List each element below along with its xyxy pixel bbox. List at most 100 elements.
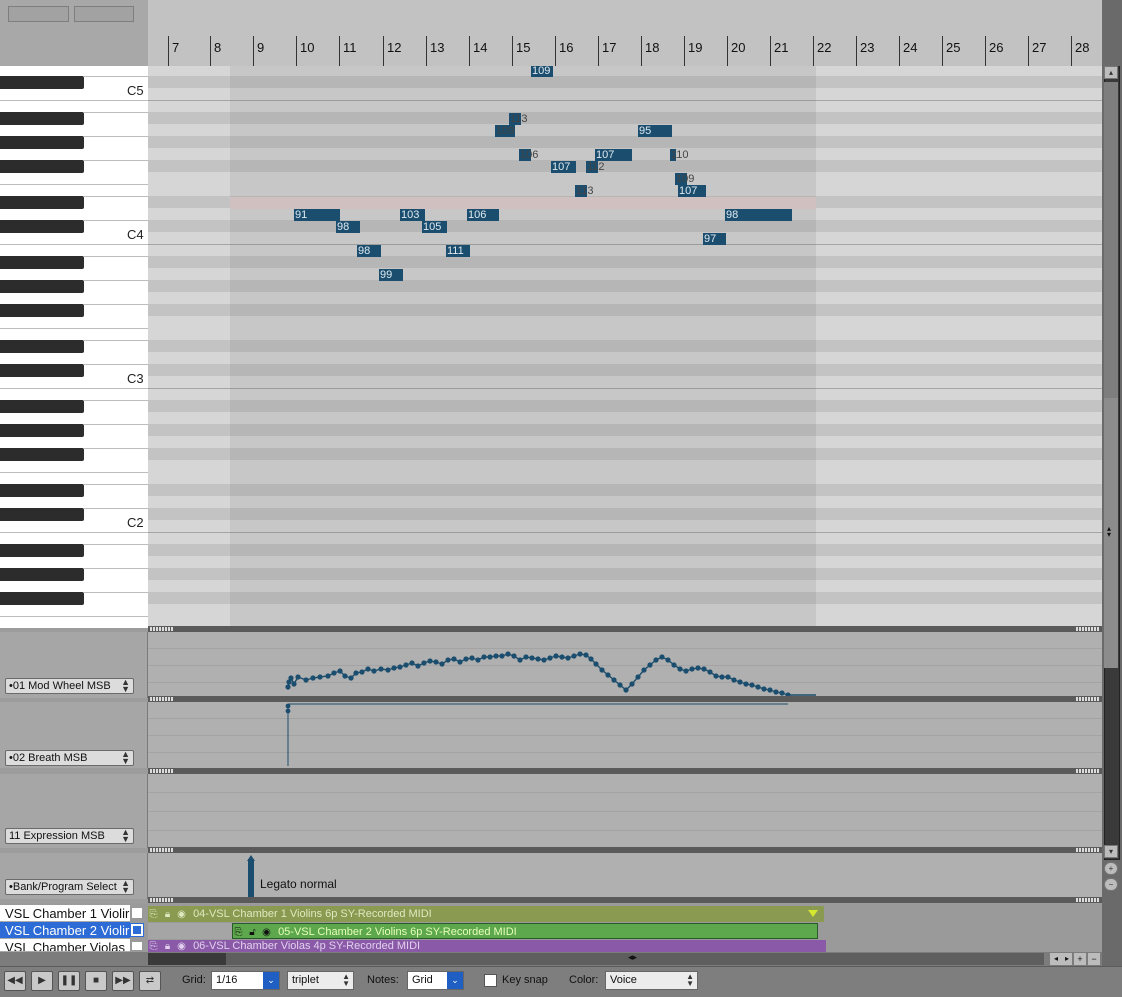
track-region-2[interactable]: ⎘ 🔓︎ ◉ 05-VSL Chamber 2 Violins 6p SY-Reco…: [232, 923, 818, 939]
controller-lane-program[interactable]: Legato normal: [148, 853, 1102, 899]
track-name-3[interactable]: VSL Chamber Violas ·: [0, 939, 130, 952]
black-key[interactable]: [0, 280, 84, 293]
top-left-field-2[interactable]: [74, 6, 134, 22]
color-select[interactable]: Voice ▲ ▼: [605, 971, 698, 990]
scroll-right-icon[interactable]: ▸: [1062, 953, 1072, 965]
zoom-in-icon[interactable]: +: [1104, 862, 1118, 875]
octave-label-c4: C4: [127, 227, 144, 242]
midi-note[interactable]: 109: [495, 125, 515, 137]
ruler-bar-label: 21: [774, 40, 789, 55]
track-region-1[interactable]: ⎘ 🔒︎ ◉ 04-VSL Chamber 1 Violins 6p SY-Reco…: [148, 906, 824, 922]
midi-note[interactable]: 113: [575, 185, 594, 197]
track-checkbox-3[interactable]: [131, 941, 143, 951]
midi-note[interactable]: 98: [336, 221, 360, 233]
notes-label: Notes:: [367, 974, 399, 986]
controller-select-3[interactable]: 11 Expression MSB ▲ ▼: [5, 828, 134, 844]
black-key[interactable]: [0, 592, 84, 605]
midi-note[interactable]: 105: [422, 221, 447, 233]
scroll-up-icon[interactable]: ▴: [1104, 66, 1118, 79]
eye-icon: ◉: [177, 909, 186, 920]
midi-note[interactable]: 107: [595, 149, 632, 161]
dropdown-triangle-icon[interactable]: [808, 910, 818, 917]
midi-note[interactable]: 99: [379, 269, 403, 281]
top-left-field-1[interactable]: [8, 6, 69, 22]
track-checkbox-2[interactable]: [130, 923, 144, 937]
scroll-down-icon[interactable]: ▾: [1104, 845, 1118, 858]
loop-icon[interactable]: ⇄: [139, 971, 161, 991]
stop-icon[interactable]: ■: [85, 971, 107, 991]
black-key[interactable]: [0, 424, 84, 437]
ruler-bar-label: 23: [860, 40, 875, 55]
notes-select[interactable]: Grid ⌄: [407, 971, 464, 990]
tuplet-select[interactable]: triplet ▲ ▼: [287, 971, 354, 990]
controller-select-4[interactable]: •Bank/Program Select ▲ ▼: [5, 879, 134, 895]
note-velocity-label: 106: [520, 149, 539, 161]
black-key[interactable]: [0, 136, 84, 149]
scroll-thumb[interactable]: [148, 953, 226, 965]
controller-lane-expression[interactable]: [148, 774, 1102, 848]
key-snap-checkbox[interactable]: [484, 974, 497, 987]
midi-note[interactable]: 95: [638, 125, 672, 137]
pane-divider[interactable]: [148, 897, 1102, 903]
track-region-3[interactable]: ⎘ 🔒︎ ◉ 06-VSL Chamber Violas 4p SY-Recorde…: [148, 940, 826, 952]
fast-forward-icon[interactable]: ▶▶: [112, 971, 134, 991]
controller-select-1[interactable]: •01 Mod Wheel MSB ▲ ▼: [5, 678, 134, 694]
track-name-1[interactable]: VSL Chamber 1 Violir: [0, 905, 130, 922]
note-velocity-label: 95: [639, 125, 652, 137]
rewind-icon[interactable]: ◀◀: [4, 971, 26, 991]
midi-note[interactable]: 112: [586, 161, 605, 173]
timeline-ruler[interactable]: 7 8 9 10 11 12 13 14 15 16 17 18 19 20 21 22 23 24 25 26 27 2…: [148, 0, 1102, 67]
black-key[interactable]: [0, 508, 84, 521]
controller-lane-mod-wheel[interactable]: [148, 632, 1102, 698]
controller-lane-breath[interactable]: [148, 702, 1102, 768]
midi-note[interactable]: 109: [531, 66, 553, 77]
ruler-bar-10: 10: [296, 36, 314, 66]
play-icon[interactable]: ▶: [31, 971, 53, 991]
black-key[interactable]: [0, 76, 84, 89]
black-key[interactable]: [0, 160, 84, 173]
black-key[interactable]: [0, 220, 84, 233]
black-key[interactable]: [0, 484, 84, 497]
midi-note[interactable]: 111: [446, 245, 470, 257]
midi-note[interactable]: 107: [678, 185, 706, 197]
pause-icon[interactable]: ❚❚: [58, 971, 80, 991]
scroll-left-icon[interactable]: ◂: [1050, 953, 1062, 965]
note-velocity-label: 107: [596, 149, 615, 161]
horizontal-scrollbar[interactable]: ◂▸ ◂ ▸ + −: [0, 952, 1102, 966]
track-name-2[interactable]: VSL Chamber 2 Violir: [0, 922, 130, 939]
grid-select[interactable]: 1/16 ⌄: [211, 971, 280, 990]
midi-note[interactable]: 98: [725, 209, 792, 221]
track-checkbox-1[interactable]: [131, 907, 143, 919]
piano-roll-grid[interactable]: 109 113 109 95 106 107 110 107 112 113 109 107 91 103…: [148, 66, 1102, 628]
midi-note[interactable]: 109: [675, 173, 694, 185]
program-change-marker[interactable]: [248, 859, 254, 899]
zoom-out-icon[interactable]: −: [1088, 953, 1100, 965]
midi-note[interactable]: 91: [294, 209, 340, 221]
zoom-in-icon[interactable]: +: [1074, 953, 1086, 965]
zoom-out-icon[interactable]: −: [1104, 878, 1118, 891]
midi-note[interactable]: 107: [551, 161, 576, 173]
piano-keyboard[interactable]: C5 C4 C3 C2: [0, 66, 148, 628]
black-key[interactable]: [0, 568, 84, 581]
black-key[interactable]: [0, 304, 84, 317]
black-key[interactable]: [0, 364, 84, 377]
midi-note[interactable]: 113: [509, 113, 528, 125]
note-velocity-label: 109: [532, 66, 551, 77]
midi-note[interactable]: 98: [357, 245, 381, 257]
midi-note[interactable]: 106: [467, 209, 499, 221]
ruler-bar-22: 22: [813, 36, 831, 66]
ruler-bar-11: 11: [339, 36, 357, 66]
midi-note[interactable]: 110: [670, 149, 689, 161]
black-key[interactable]: [0, 340, 84, 353]
black-key[interactable]: [0, 196, 84, 209]
black-key[interactable]: [0, 112, 84, 125]
black-key[interactable]: [0, 448, 84, 461]
controller-select-2[interactable]: •02 Breath MSB ▲ ▼: [5, 750, 134, 766]
vertical-scroll-thumb-lower[interactable]: ▴ ▾: [1104, 398, 1118, 668]
black-key[interactable]: [0, 256, 84, 269]
black-key[interactable]: [0, 400, 84, 413]
midi-note[interactable]: 103: [400, 209, 425, 221]
midi-note[interactable]: 106: [519, 149, 538, 161]
black-key[interactable]: [0, 544, 84, 557]
midi-note[interactable]: 97: [703, 233, 726, 245]
